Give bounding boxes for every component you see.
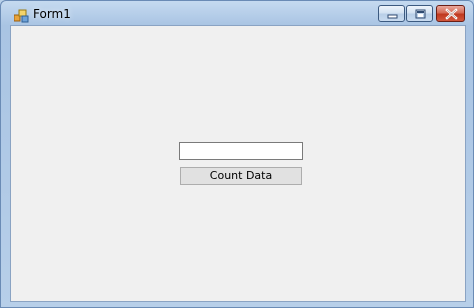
close-button[interactable] (436, 5, 465, 22)
maximize-button[interactable] (406, 5, 433, 22)
count-data-button[interactable]: Count Data (180, 167, 302, 185)
form-window: Form1 Count Data (0, 0, 474, 308)
data-text-input[interactable] (179, 142, 303, 160)
title-bar[interactable]: Form1 (1, 1, 473, 27)
app-form-icon (13, 8, 30, 23)
form-client-area: Count Data (10, 25, 466, 302)
window-title: Form1 (33, 7, 71, 21)
minimize-button[interactable] (378, 5, 405, 22)
